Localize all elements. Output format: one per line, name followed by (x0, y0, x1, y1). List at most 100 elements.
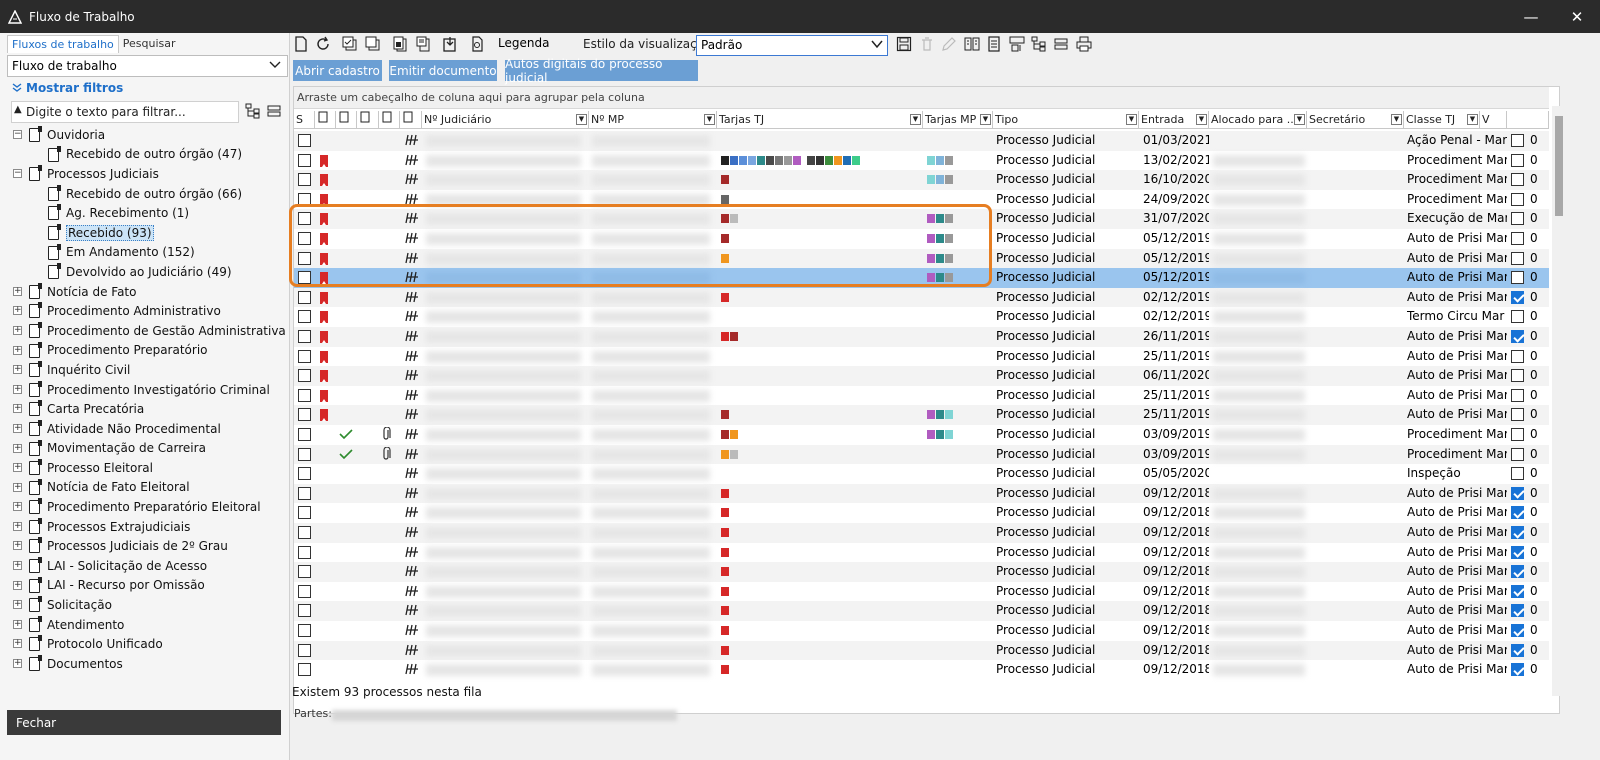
filter-dropdown-icon[interactable]: ▼ (1126, 114, 1137, 125)
table-row[interactable]: Processo Judicial 26/11/2019 Auto de Prisi… (294, 327, 1549, 347)
row-select-checkbox[interactable] (298, 565, 311, 579)
expand-icon[interactable]: + (13, 463, 22, 473)
row-select-checkbox[interactable] (298, 584, 311, 598)
tree-item[interactable]: + Movimentação de Carreira (0, 439, 290, 459)
row-flag-checkbox[interactable] (1511, 506, 1524, 520)
row-select-checkbox[interactable] (298, 467, 311, 481)
expand-icon[interactable]: + (13, 325, 22, 335)
row-select-checkbox[interactable] (298, 526, 311, 539)
expand-icon[interactable]: + (13, 423, 22, 433)
column-header[interactable]: Tarjas MP ▼ (923, 111, 993, 129)
expand-icon[interactable]: + (13, 502, 22, 512)
filter-dropdown-icon[interactable]: ▼ (910, 114, 921, 125)
refresh-icon[interactable] (314, 35, 332, 53)
table-row[interactable]: Processo Judicial 03/09/2019 Procediment M… (294, 444, 1549, 465)
table-row[interactable]: Processo Judicial 03/09/2019 Procediment M… (294, 425, 1549, 445)
row-flag-checkbox[interactable] (1511, 643, 1524, 657)
filter-dropdown-icon[interactable]: ▼ (1196, 114, 1207, 125)
tree-item[interactable]: + Inquérito Civil (0, 360, 290, 380)
save-view-icon[interactable] (895, 35, 913, 53)
vertical-scrollbar[interactable] (1552, 106, 1566, 696)
column-header[interactable] (336, 111, 357, 129)
table-row[interactable]: Processo Judicial 05/05/2020 Inspeção 0 (294, 464, 1549, 484)
expand-icon[interactable]: + (13, 345, 22, 355)
collapse-all-icon[interactable] (265, 102, 283, 120)
row-select-checkbox[interactable] (298, 310, 311, 324)
tree-item[interactable]: Devolvido ao Judiciário (49) (0, 262, 290, 282)
row-flag-checkbox[interactable] (1511, 330, 1524, 343)
row-flag-checkbox[interactable] (1511, 604, 1524, 618)
tree-item[interactable]: Recebido de outro órgão (47) (0, 145, 290, 165)
fechar-button[interactable]: Fechar (7, 710, 281, 735)
row-flag-checkbox[interactable] (1511, 388, 1524, 402)
row-select-checkbox[interactable] (298, 545, 311, 559)
tree-item[interactable]: Em Andamento (152) (0, 243, 290, 263)
tree-item[interactable]: + Procedimento Investigatório Criminal (0, 380, 290, 400)
row-select-checkbox[interactable] (298, 153, 311, 167)
table-row[interactable]: Processo Judicial 25/11/2019 Auto de Prisi… (294, 405, 1549, 425)
tree-item[interactable]: + Procedimento Preparatório Eleitoral (0, 497, 290, 517)
collapse-all-icon[interactable] (1052, 35, 1070, 53)
tree-item[interactable]: + Atividade Não Procedimental (0, 419, 290, 439)
tree-item[interactable]: Recebido (93) (0, 223, 290, 243)
table-row[interactable]: Processo Judicial 09/12/2018 Auto de Prisi… (294, 640, 1549, 661)
filter-dropdown-icon[interactable]: ▼ (576, 114, 587, 125)
notes-icon[interactable] (985, 35, 1003, 53)
expand-icon[interactable]: + (13, 482, 22, 492)
table-row[interactable]: Processo Judicial 09/12/2018 Auto de Prisi… (294, 601, 1549, 621)
row-select-checkbox[interactable] (298, 447, 311, 461)
column-header[interactable]: Tarjas TJ ▼ (717, 111, 923, 129)
table-row[interactable]: Processo Judicial 09/12/2018 Auto de Prisi… (294, 582, 1549, 602)
expand-icon[interactable]: + (13, 600, 22, 610)
tree-item[interactable]: + Carta Precatória (0, 399, 290, 419)
row-select-checkbox[interactable] (298, 349, 311, 363)
column-header[interactable]: Nº Judiciário ▼ (422, 111, 589, 129)
process-icon[interactable] (404, 662, 422, 682)
row-flag-checkbox[interactable] (1511, 251, 1524, 265)
row-flag-checkbox[interactable] (1511, 192, 1524, 206)
expand-icon[interactable]: + (13, 639, 22, 649)
tree-structure-icon[interactable] (1030, 35, 1048, 53)
row-select-checkbox[interactable] (298, 643, 311, 657)
copy-icon[interactable] (364, 35, 382, 53)
columns-icon[interactable] (963, 35, 981, 53)
view-style-select[interactable]: Padrão (696, 35, 888, 56)
row-select-checkbox[interactable] (298, 369, 311, 383)
expand-icon[interactable]: + (13, 521, 22, 531)
layout-icon[interactable] (1008, 35, 1026, 53)
row-select-checkbox[interactable] (298, 290, 311, 304)
select-check-icon[interactable] (341, 35, 359, 53)
expand-icon[interactable]: + (13, 365, 22, 375)
table-row[interactable]: Processo Judicial 09/12/2018 Auto de Prisi… (294, 503, 1549, 523)
row-flag-checkbox[interactable] (1511, 624, 1524, 637)
row-select-checkbox[interactable] (298, 506, 311, 520)
legend-icon[interactable] (469, 35, 487, 53)
table-row[interactable]: Processo Judicial 01/03/2021 Ação Penal - … (294, 131, 1549, 151)
row-flag-checkbox[interactable] (1511, 545, 1524, 559)
column-header[interactable]: Tipo ▼ (993, 111, 1139, 129)
expand-icon[interactable]: + (13, 541, 22, 551)
filter-dropdown-icon[interactable]: ▼ (1294, 114, 1305, 125)
workflow-select[interactable]: Fluxo de trabalho (7, 55, 288, 77)
filter-dropdown-icon[interactable]: ▼ (980, 114, 991, 125)
tree-item[interactable]: + Procedimento Preparatório (0, 341, 290, 361)
documents-icon[interactable] (391, 35, 409, 53)
tree-structure-icon[interactable] (244, 102, 262, 120)
tree-item[interactable]: + LAI - Solicitação de Acesso (0, 556, 290, 576)
tree-item[interactable]: + Notícia de Fato Eleitoral (0, 478, 290, 498)
close-window-button[interactable]: ✕ (1554, 0, 1600, 33)
expand-icon[interactable]: + (13, 306, 22, 316)
tree-item[interactable]: Ag. Recebimento (1) (0, 203, 290, 223)
expand-icon[interactable]: + (13, 561, 22, 571)
tree-item[interactable]: + Procedimento de Gestão Administrativa (0, 321, 290, 341)
table-row[interactable]: Processo Judicial 25/11/2019 Auto de Prisi… (294, 347, 1549, 367)
row-flag-checkbox[interactable] (1511, 290, 1524, 304)
row-flag-checkbox[interactable] (1511, 153, 1524, 167)
row-flag-checkbox[interactable] (1511, 584, 1524, 598)
row-flag-checkbox[interactable] (1511, 486, 1524, 500)
expand-icon[interactable]: + (13, 286, 22, 296)
column-header[interactable] (379, 111, 400, 129)
export-document-icon[interactable] (441, 35, 459, 53)
row-select-checkbox[interactable] (298, 486, 311, 500)
tree-item[interactable]: Recebido de outro órgão (66) (0, 184, 290, 204)
